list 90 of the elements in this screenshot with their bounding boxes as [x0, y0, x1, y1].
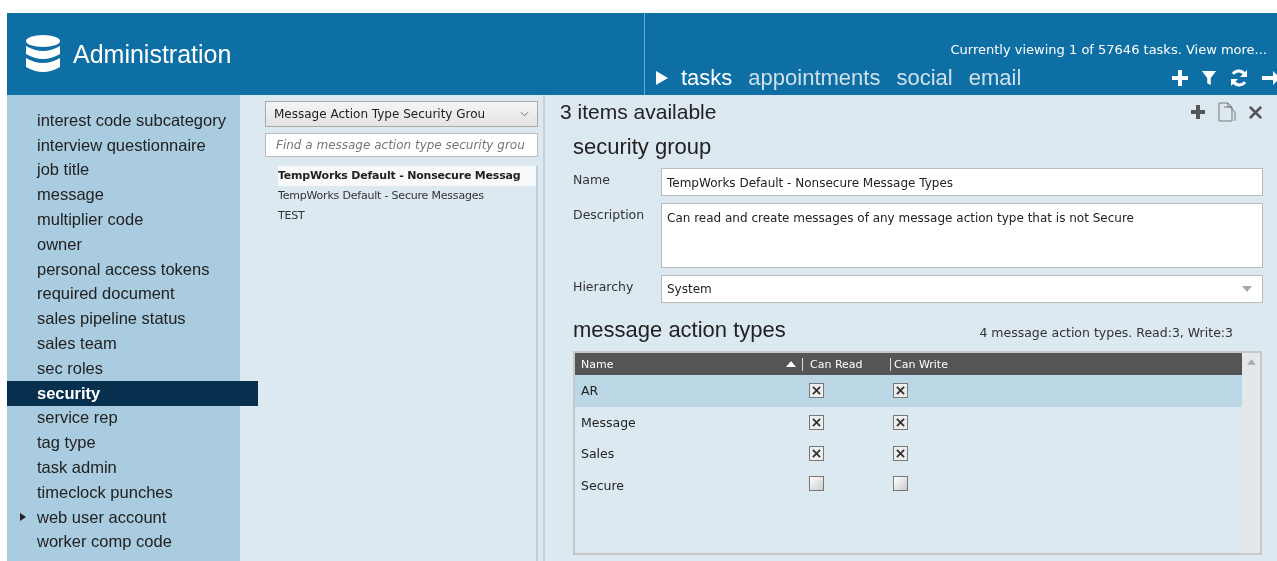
list-item[interactable]: TempWorks Default - Secure Messages: [278, 186, 536, 206]
sidebar-item-label: web user account: [37, 507, 167, 527]
table-row[interactable]: Secure: [575, 469, 1242, 501]
sidebar-item-label: message: [37, 185, 104, 205]
sidebar-item-label: interest code subcategory: [37, 110, 226, 130]
sidebar-item[interactable]: owner: [7, 232, 240, 257]
chevron-down-icon: [520, 111, 529, 117]
caret-down-icon: [1242, 286, 1252, 292]
play-icon[interactable]: [655, 70, 669, 86]
section-title: message action types: [573, 317, 786, 343]
copy-icon[interactable]: [1218, 102, 1236, 122]
search-field[interactable]: Find a message action type security grou: [265, 133, 538, 157]
sidebar-item-label: required document: [37, 284, 175, 304]
sidebar-item-label: job title: [37, 160, 90, 180]
sidebar-item[interactable]: job title: [7, 157, 240, 183]
scrollbar[interactable]: [1242, 353, 1260, 553]
description-field[interactable]: Can read and create messages of any message action type that is not Secure: [661, 203, 1263, 268]
table-cell-text: AR: [580, 383, 600, 399]
list-item[interactable]: TempWorks Default - Nonsecure Messag: [278, 166, 536, 186]
app-title: Administration: [73, 39, 232, 69]
column-header[interactable]: Name: [575, 357, 802, 371]
sidebar-item-label: owner: [37, 234, 82, 254]
sidebar-item-label: security: [37, 383, 101, 403]
checkbox[interactable]: [893, 414, 908, 430]
plus-icon[interactable]: [1171, 69, 1189, 87]
sidebar-item[interactable]: sec roles: [7, 355, 240, 381]
checkbox[interactable]: [893, 383, 908, 399]
sidebar-item[interactable]: sales team: [7, 331, 240, 356]
sidebar-item[interactable]: interest code subcategory: [7, 108, 240, 133]
header-tab[interactable]: social: [896, 65, 953, 91]
field-label: Hierarchy: [573, 278, 635, 296]
database-icon: [25, 34, 61, 74]
refresh-icon[interactable]: [1229, 68, 1249, 88]
sidebar-item-label: service rep: [37, 408, 118, 428]
sidebar-item-label: multiplier code: [37, 210, 144, 230]
list-item[interactable]: TEST: [278, 206, 536, 226]
sidebar-item-label: worker comp code: [37, 532, 172, 552]
sidebar-item-label: sales team: [37, 334, 117, 354]
hierarchy-dropdown[interactable]: System: [661, 275, 1263, 303]
sidebar-item-label: task admin: [37, 458, 117, 478]
table-cell-text: Message: [580, 414, 637, 430]
header-tab[interactable]: appointments: [748, 65, 881, 91]
sidebar-item-label: interview questionnaire: [37, 135, 206, 155]
plus-icon[interactable]: [1190, 104, 1206, 120]
header-tab[interactable]: email: [968, 65, 1022, 91]
sidebar-item[interactable]: multiplier code: [7, 207, 240, 232]
checkbox[interactable]: [809, 383, 824, 399]
section-title: security group: [573, 134, 713, 160]
sidebar-item-label: personal access tokens: [37, 259, 210, 279]
tasks-status-link[interactable]: Currently viewing 1 of 57646 tasks. View more...: [950, 42, 1267, 57]
checkbox[interactable]: [893, 446, 908, 462]
table-row[interactable]: Message: [575, 406, 1242, 438]
arrow-right-icon[interactable]: [1261, 69, 1277, 87]
sidebar-item[interactable]: worker comp code: [7, 529, 240, 555]
checkbox[interactable]: [809, 446, 824, 462]
sidebar-item[interactable]: task admin: [7, 455, 240, 480]
expand-icon[interactable]: [19, 512, 27, 523]
sidebar-item[interactable]: personal access tokens: [7, 256, 240, 282]
name-field[interactable]: TempWorks Default - Nonsecure Message Types: [661, 168, 1263, 196]
sidebar-item[interactable]: tag type: [7, 430, 240, 456]
sidebar-item-label: sales pipeline status: [37, 309, 186, 329]
type-dropdown[interactable]: Message Action Type Security Grou: [265, 101, 538, 127]
sort-up-icon: [786, 361, 796, 367]
sidebar-item-label: tag type: [37, 433, 96, 453]
types-summary: 4 message action types. Read:3, Write:3: [979, 325, 1233, 340]
sidebar-item[interactable]: sales pipeline status: [7, 306, 240, 332]
checkbox[interactable]: [809, 476, 824, 492]
column-header[interactable]: Can Write: [890, 357, 1010, 371]
field-label: Description: [573, 206, 646, 224]
header-tab[interactable]: tasks: [681, 65, 733, 91]
sidebar-item[interactable]: required document: [7, 281, 240, 307]
checkbox[interactable]: [809, 414, 824, 430]
table-row[interactable]: Sales: [575, 438, 1242, 470]
field-label: Name: [573, 171, 611, 189]
table-row[interactable]: AR: [575, 375, 1242, 407]
checkbox[interactable]: [893, 476, 908, 492]
close-icon[interactable]: [1248, 104, 1263, 120]
sidebar-item-label: sec roles: [37, 358, 104, 378]
filter-icon[interactable]: [1201, 69, 1217, 87]
sidebar-item-label: timeclock punches: [37, 482, 173, 502]
table-cell-text: Secure: [580, 477, 625, 493]
column-header[interactable]: Can Read: [802, 357, 890, 371]
sidebar-item[interactable]: security: [7, 380, 258, 406]
table-cell-text: Sales: [580, 446, 616, 462]
sidebar-item[interactable]: interview questionnaire: [7, 132, 240, 158]
items-count: 3 items available: [560, 100, 717, 124]
sidebar-item[interactable]: service rep: [7, 405, 240, 431]
sidebar-item[interactable]: web user account: [7, 504, 240, 530]
sidebar-item[interactable]: timeclock punches: [7, 479, 240, 505]
sidebar-item[interactable]: message: [7, 182, 240, 208]
